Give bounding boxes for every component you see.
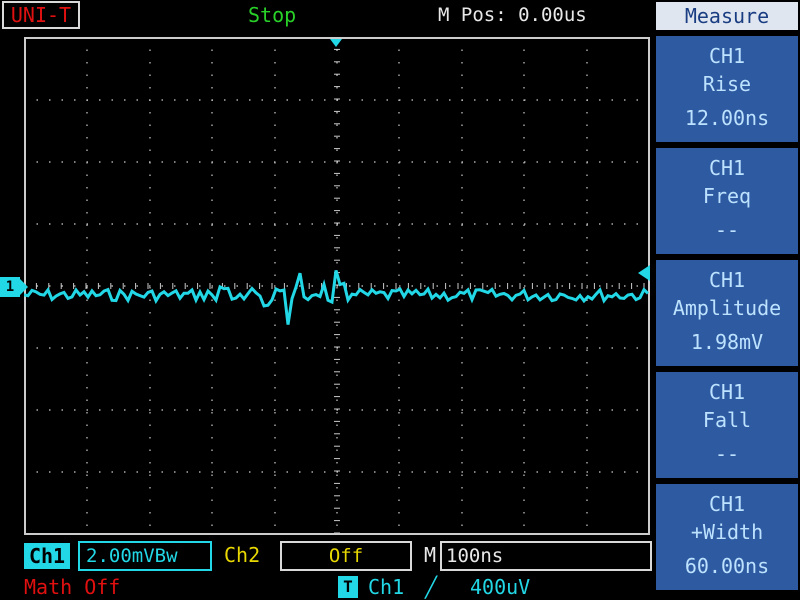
- main-timebase-label: M: [424, 543, 437, 567]
- measure-slot-2[interactable]: CH1 Freq --: [656, 148, 798, 254]
- timebase-value: 100ns: [440, 541, 652, 571]
- ch1-marker-arrow-icon: [20, 279, 28, 295]
- measure-name: Amplitude: [672, 296, 782, 320]
- measure-value: --: [714, 442, 740, 466]
- measure-value: 60.00ns: [684, 554, 770, 578]
- measure-channel: CH1: [708, 492, 746, 516]
- measure-slot-1[interactable]: CH1 Rise 12.00ns: [656, 36, 798, 142]
- measure-slot-4[interactable]: CH1 Fall --: [656, 372, 798, 478]
- measure-slot-5[interactable]: CH1 +Width 60.00ns: [656, 484, 798, 590]
- ch1-label[interactable]: Ch1: [24, 543, 70, 569]
- ch2-vertical-scale: Off: [280, 541, 412, 571]
- ch1-vertical-scale: 2.00mVBw: [78, 541, 212, 571]
- run-status: Stop: [248, 3, 297, 27]
- measure-value: 12.00ns: [684, 106, 770, 130]
- measure-channel: CH1: [708, 44, 746, 68]
- waveform-display: [24, 37, 650, 535]
- measure-slot-3[interactable]: CH1 Amplitude 1.98mV: [656, 260, 798, 366]
- measure-value: --: [714, 218, 740, 242]
- trigger-badge: T: [338, 576, 358, 598]
- measure-name: Rise: [702, 72, 752, 96]
- measure-channel: CH1: [708, 380, 746, 404]
- ch2-label[interactable]: Ch2: [224, 541, 260, 569]
- trigger-level: 400uV: [470, 575, 531, 599]
- trigger-source: Ch1: [368, 575, 405, 599]
- measure-name: +Width: [690, 520, 764, 544]
- ch1-marker-label: 1: [5, 279, 15, 295]
- rising-edge-icon: ╱: [425, 575, 438, 599]
- measure-value: 1.98mV: [690, 330, 764, 354]
- brand-logo: UNI-T: [2, 1, 80, 29]
- menu-title: Measure: [656, 2, 798, 30]
- measure-channel: CH1: [708, 268, 746, 292]
- measure-channel: CH1: [708, 156, 746, 180]
- measure-name: Fall: [702, 408, 752, 432]
- measure-name: Freq: [702, 184, 752, 208]
- horizontal-position: M Pos: 0.00us: [438, 4, 587, 26]
- math-status: Math Off: [24, 575, 121, 599]
- ch1-ground-marker[interactable]: 1: [0, 277, 20, 297]
